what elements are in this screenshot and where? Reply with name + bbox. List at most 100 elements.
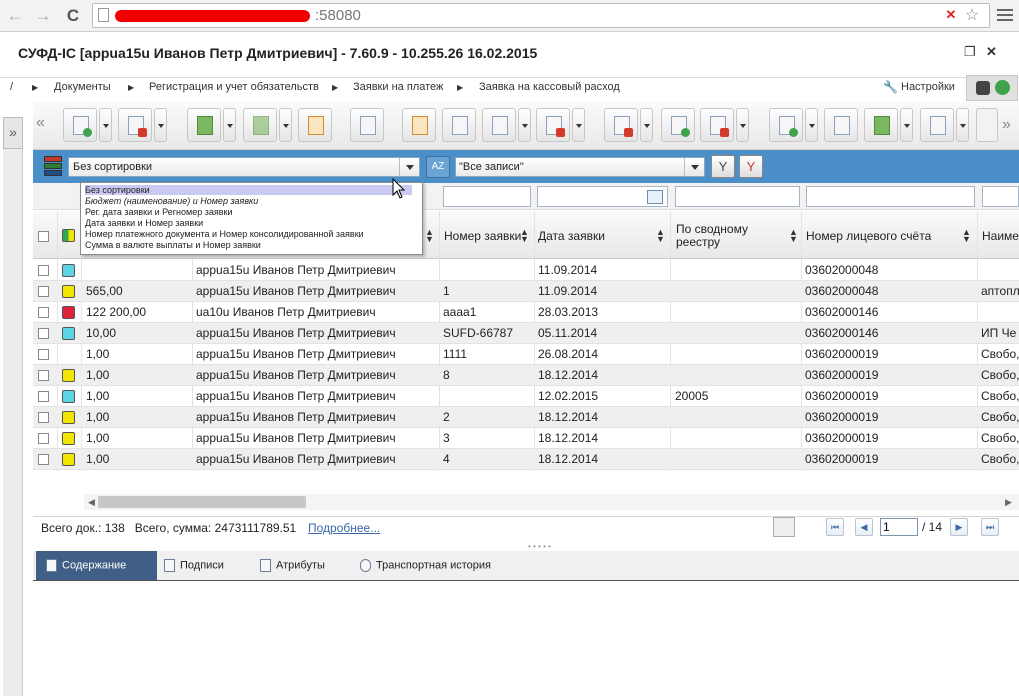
reject-dropdown[interactable]: [736, 108, 749, 142]
sort-select[interactable]: Без сортировки: [68, 157, 420, 177]
clear-filter-button[interactable]: Y: [739, 155, 763, 178]
row-checkbox[interactable]: [38, 391, 49, 402]
more-details-link[interactable]: Подробнее...: [308, 521, 380, 535]
chevron-down-icon[interactable]: [684, 158, 704, 176]
import-dropdown[interactable]: [223, 108, 236, 142]
row-checkbox[interactable]: [38, 454, 49, 465]
transfer-dropdown[interactable]: [900, 108, 913, 142]
copy-dropdown[interactable]: [518, 108, 531, 142]
calendar-icon[interactable]: [647, 190, 663, 204]
filter-input-registry[interactable]: [675, 186, 800, 207]
close-window-icon[interactable]: ✕: [986, 44, 997, 60]
header-account-no[interactable]: Номер лицевого счёта: [806, 229, 931, 243]
check-button[interactable]: [824, 108, 858, 142]
refresh-icon[interactable]: [995, 80, 1010, 95]
view-button[interactable]: [442, 108, 476, 142]
settings-link[interactable]: Настройки: [901, 81, 955, 93]
header-request-no[interactable]: Номер заявки: [444, 229, 521, 243]
import-button[interactable]: [187, 108, 221, 142]
scroll-left-icon[interactable]: ◀: [88, 497, 95, 508]
bookmark-star-icon[interactable]: ☆: [963, 5, 981, 24]
edit-button[interactable]: [402, 108, 436, 142]
sort-option[interactable]: Рег. дата заявки и Регномер заявки: [85, 207, 233, 217]
breadcrumb-obligations[interactable]: Регистрация и учет обязательств: [149, 81, 319, 93]
copy-button[interactable]: [482, 108, 516, 142]
reject-button[interactable]: [700, 108, 734, 142]
delete-button[interactable]: [536, 108, 570, 142]
list-view-icon[interactable]: [773, 517, 795, 537]
overflow-button[interactable]: [976, 108, 998, 142]
sort-arrows-icon[interactable]: ▲ ▼: [789, 228, 798, 244]
last-page-button[interactable]: ⏭: [981, 518, 999, 536]
chevron-down-icon[interactable]: [399, 158, 419, 176]
collapse-toolbar-icon[interactable]: «: [36, 114, 45, 132]
first-page-button[interactable]: ⏮: [826, 518, 844, 536]
row-checkbox[interactable]: [38, 328, 49, 339]
filter-funnel-button[interactable]: Y: [711, 155, 735, 178]
export-dropdown[interactable]: [279, 108, 292, 142]
upload-button[interactable]: [769, 108, 803, 142]
header-name[interactable]: Наиме: [982, 229, 1019, 243]
sort-arrows-icon[interactable]: ▲ ▼: [656, 228, 665, 244]
sort-arrows-icon[interactable]: ▲ ▼: [520, 228, 529, 244]
transfer-button[interactable]: [864, 108, 898, 142]
page-number-input[interactable]: [880, 518, 918, 536]
lock-screen-icon[interactable]: [976, 81, 990, 95]
row-checkbox[interactable]: [38, 433, 49, 444]
scroll-right-icon[interactable]: ▶: [1005, 497, 1012, 508]
filter-input-name[interactable]: [982, 186, 1019, 207]
back-arrow-icon[interactable]: ←: [4, 5, 26, 27]
send-button[interactable]: [604, 108, 638, 142]
status-legend-icon[interactable]: [62, 229, 75, 242]
address-bar[interactable]: :58080 ✕ ☆: [92, 3, 990, 28]
records-filter-select[interactable]: "Все записи": [455, 157, 705, 177]
sort-option[interactable]: Сумма в валюте выплаты и Номер заявки: [85, 240, 261, 250]
print-button[interactable]: [298, 108, 332, 142]
delete-dropdown[interactable]: [572, 108, 585, 142]
approve-button[interactable]: [661, 108, 695, 142]
tab-signatures[interactable]: Подписи: [160, 551, 248, 580]
prev-page-button[interactable]: ◀: [855, 518, 873, 536]
row-checkbox[interactable]: [38, 265, 49, 276]
menu-icon[interactable]: [997, 6, 1013, 24]
row-checkbox[interactable]: [38, 412, 49, 423]
sort-option[interactable]: Бюджет (наименование) и Номер заявки: [85, 196, 258, 206]
forward-arrow-icon[interactable]: →: [32, 5, 54, 27]
sort-option[interactable]: Номер платежного документа и Номер консо…: [85, 229, 364, 239]
copy-document-button[interactable]: [118, 108, 152, 142]
reload-icon[interactable]: C: [62, 5, 84, 27]
breadcrumb-root[interactable]: /: [10, 81, 13, 93]
sign-button[interactable]: [350, 108, 384, 142]
sort-option[interactable]: Дата заявки и Номер заявки: [85, 218, 203, 228]
header-registry[interactable]: По сводному реестру: [676, 223, 748, 249]
breadcrumb-cash-expense[interactable]: Заявка на кассовый расход: [479, 81, 620, 93]
row-checkbox[interactable]: [38, 349, 49, 360]
export-button[interactable]: [243, 108, 277, 142]
header-request-date[interactable]: Дата заявки: [538, 229, 605, 243]
more-actions-dropdown[interactable]: [956, 108, 969, 142]
restore-window-icon[interactable]: ❐: [964, 44, 976, 60]
sort-option[interactable]: Без сортировки: [85, 185, 412, 195]
filter-input-request-no[interactable]: [443, 186, 531, 207]
blocked-popup-icon[interactable]: ✕: [943, 7, 959, 23]
breadcrumb-payment-requests[interactable]: Заявки на платеж: [353, 81, 443, 93]
sort-direction-button[interactable]: AZ: [426, 156, 450, 178]
create-document-dropdown[interactable]: [99, 108, 112, 142]
select-all-checkbox[interactable]: [38, 231, 49, 242]
tab-transport-history[interactable]: Транспортная история: [356, 551, 506, 580]
expand-toolbar-icon[interactable]: »: [1002, 116, 1011, 134]
next-page-button[interactable]: ▶: [950, 518, 968, 536]
more-actions-button[interactable]: [920, 108, 954, 142]
splitter-handle[interactable]: • • • • •: [528, 542, 551, 551]
expand-panel-button[interactable]: »: [3, 117, 23, 149]
row-checkbox[interactable]: [38, 307, 49, 318]
sort-arrows-icon[interactable]: ▲ ▼: [962, 228, 971, 244]
copy-document-dropdown[interactable]: [154, 108, 167, 142]
upload-dropdown[interactable]: [805, 108, 818, 142]
row-checkbox[interactable]: [38, 286, 49, 297]
create-document-button[interactable]: [63, 108, 97, 142]
sort-arrows-icon[interactable]: ▲ ▼: [425, 228, 434, 244]
row-checkbox[interactable]: [38, 370, 49, 381]
breadcrumb-documents[interactable]: Документы: [54, 81, 111, 93]
scrollbar-thumb[interactable]: [98, 496, 306, 508]
